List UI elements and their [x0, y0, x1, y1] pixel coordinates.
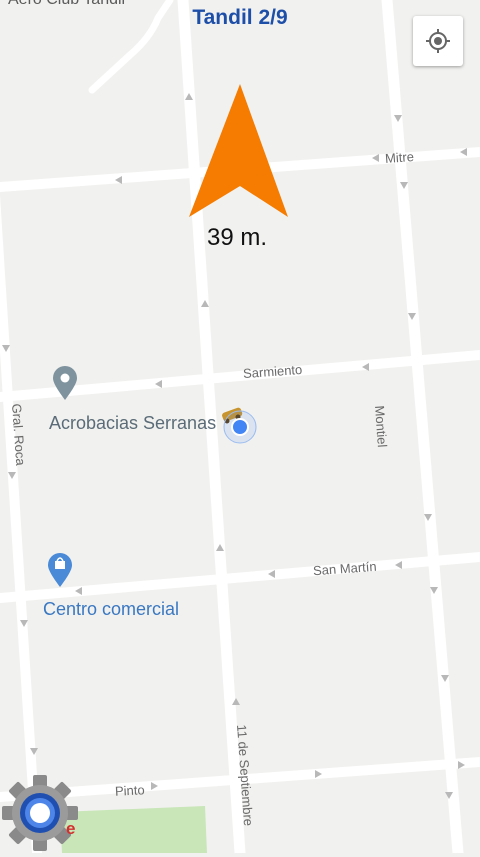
park-area: [60, 806, 207, 853]
settings-button[interactable]: e: [0, 772, 80, 852]
gear-icon: [2, 775, 78, 851]
user-location-dot: [222, 409, 258, 445]
my-location-button[interactable]: [413, 16, 463, 66]
street-label-mitre: Mitre: [384, 149, 415, 166]
poi-label-acrobacias[interactable]: Acrobacias Serranas: [49, 413, 216, 434]
settings-badge: e: [66, 819, 76, 838]
page-title: Tandil 2/9: [192, 6, 288, 29]
street-label-pinto: Pinto: [114, 782, 146, 799]
street-label-montiel: Montiel: [372, 405, 390, 448]
my-location-icon: [426, 29, 450, 53]
poi-label-centro-comercial[interactable]: Centro comercial: [43, 599, 179, 620]
distance-label: 39 m.: [207, 224, 268, 251]
